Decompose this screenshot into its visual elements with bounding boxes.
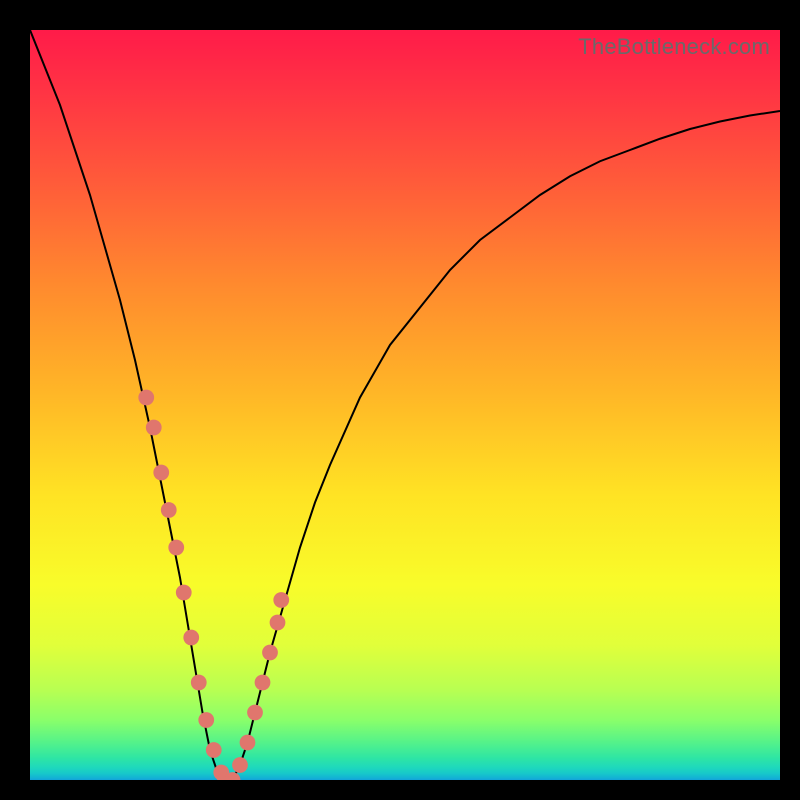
curve-marker [176,585,192,601]
curve-marker [247,705,263,721]
curve-line [30,30,780,780]
curve-marker [232,757,248,773]
curve-marker [168,540,184,556]
curve-markers [138,390,289,780]
curve-marker [240,735,256,751]
curve-marker [183,630,199,646]
curve-marker [255,675,271,691]
curve-marker [146,420,162,436]
chart-frame: TheBottleneck.com [0,0,800,800]
curve-marker [191,675,207,691]
plot-area: TheBottleneck.com [30,30,780,780]
curve-marker [270,615,286,631]
curve-marker [153,465,169,481]
curve-marker [206,742,222,758]
curve-marker [273,592,289,608]
chart-overlay [30,30,780,780]
curve-marker [198,712,214,728]
curve-marker [138,390,154,406]
curve-marker [262,645,278,661]
curve-marker [161,502,177,518]
